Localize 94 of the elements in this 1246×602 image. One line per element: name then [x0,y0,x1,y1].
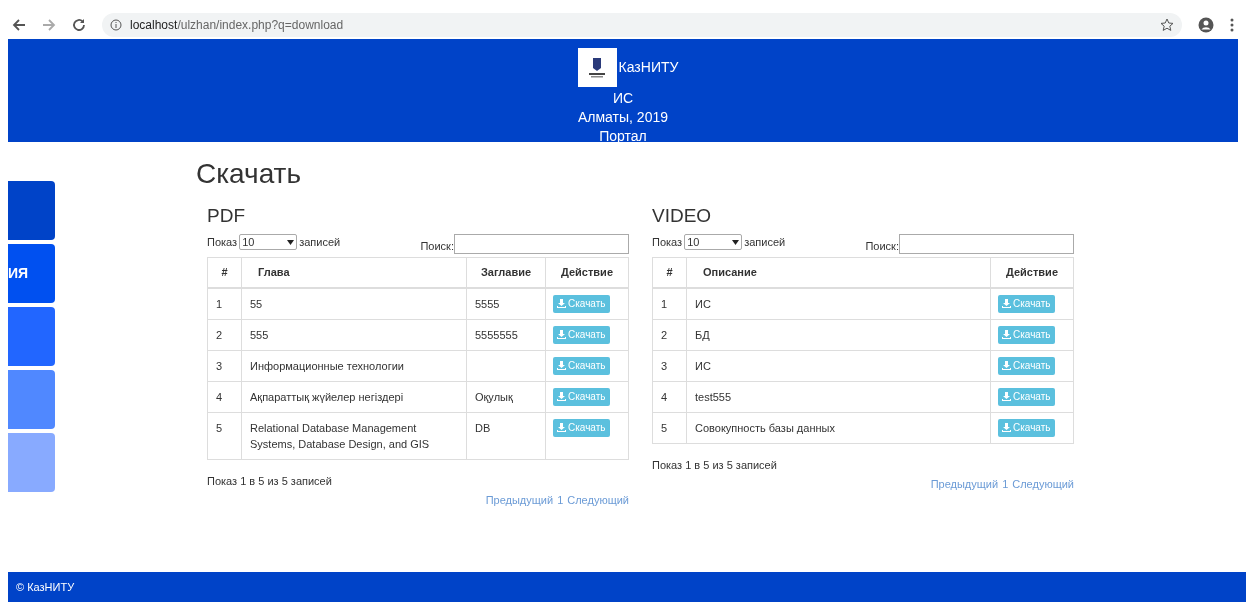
header-text: Портал [599,127,647,146]
info-icon [110,18,122,31]
star-icon[interactable] [1160,17,1174,32]
table-cell: БД [686,319,991,350]
table-cell: Совокупность базы данных [686,412,991,443]
download-button[interactable]: Скачать [998,325,1055,344]
url-text: localhost/ulzhan/index.php?q=download [130,16,344,34]
column-header: Описание [686,257,991,288]
table-cell: 555 [241,319,467,350]
table-cell: DB [466,412,546,459]
column-header: # [207,257,242,288]
download-icon [1002,361,1011,370]
table-cell: Relational Database Management Systems, Database Design, and GIS [241,412,467,459]
download-button[interactable]: Скачать [998,387,1055,406]
table-cell: ИС [686,350,991,381]
back-icon[interactable] [12,17,26,32]
sidebar-tile[interactable] [8,181,55,240]
sidebar-tile[interactable] [8,370,55,429]
footer-text: © КазНИТУ [16,579,75,595]
download-button[interactable]: Скачать [553,325,610,344]
table-info: Показ 1 в 5 из 5 записей [652,457,778,473]
table-cell: 2 [207,319,242,350]
address-bar[interactable]: localhost/ulzhan/index.php?q=download [102,12,1182,37]
brand-name: КазНИТУ [618,58,679,77]
download-icon [1002,392,1011,401]
table-cell: test555 [686,381,991,412]
pagination-link[interactable]: 1 [557,492,564,509]
header-text: Алматы, 2019 [578,108,668,127]
page-size-select[interactable]: 10 [239,234,298,250]
download-icon [1002,299,1011,308]
search-label: Поиск: [420,238,454,254]
download-button[interactable]: Скачать [998,418,1055,437]
download-icon [1002,330,1011,339]
table-title: PDF [207,204,246,228]
table-cell: 4 [207,381,242,412]
download-button[interactable]: Скачать [553,387,610,406]
download-button[interactable]: Скачать [553,418,610,437]
download-icon [557,392,566,401]
table-cell: 5 [652,412,687,443]
table-cell: Оқулық [466,381,546,412]
table-cell: Ақпараттық жүйелер негіздері [241,381,467,412]
pagination-link[interactable]: Предыдущий [485,492,554,509]
length-label: Показ [207,234,238,250]
column-header: Глава [241,257,467,288]
download-button[interactable]: Скачать [553,294,610,313]
column-header: Действие [545,257,629,288]
table-cell: ИС [686,287,991,319]
pagination-link[interactable]: Следующий [567,492,629,509]
column-header: Действие [990,257,1074,288]
download-icon [1002,423,1011,432]
pagination-link[interactable]: Следующий [1012,476,1074,493]
table-cell: Информационные технологии [241,350,467,381]
header-text: ИС [612,89,634,108]
table-title: VIDEO [652,204,713,228]
download-icon [557,361,566,370]
download-button[interactable]: Скачать [553,356,610,375]
sidebar-tile[interactable]: ИЯ [8,244,55,303]
sidebar-tile[interactable] [8,433,55,492]
account-icon[interactable] [1198,16,1214,33]
table-cell: 5 [207,412,242,459]
table-cell: 55 [241,287,467,319]
length-label: Показ [652,234,683,250]
download-icon [557,299,566,308]
length-label: записей [744,234,786,250]
download-button[interactable]: Скачать [998,356,1055,375]
download-button[interactable]: Скачать [998,294,1055,313]
column-header: # [652,257,687,288]
table-cell: 4 [652,381,687,412]
search-field[interactable] [899,234,1074,254]
sidebar-tile[interactable] [8,307,55,366]
table-cell: 5555 [466,287,546,319]
pagination-link[interactable]: 1 [1002,476,1009,493]
page-title: Скачать [196,157,302,191]
table-cell: 1 [207,287,242,319]
search-field[interactable] [454,234,629,254]
table-cell: 5555555 [466,319,546,350]
table-cell: 2 [652,319,687,350]
forward-icon[interactable] [42,17,56,32]
download-icon [557,330,566,339]
table-cell: 3 [207,350,242,381]
caret-icon [732,239,740,245]
caret-icon [287,239,295,245]
page-size-select[interactable]: 10 [684,234,743,250]
table-cell: 3 [652,350,687,381]
column-header: Заглавие [466,257,546,288]
search-label: Поиск: [865,238,899,254]
menu-icon[interactable] [1230,17,1234,32]
length-label: записей [299,234,341,250]
table-cell: 1 [652,287,687,319]
table-info: Показ 1 в 5 из 5 записей [207,473,333,489]
download-icon [557,423,566,432]
university-logo [577,48,617,87]
reload-icon[interactable] [72,17,86,32]
pagination-link[interactable]: Предыдущий [930,476,999,493]
